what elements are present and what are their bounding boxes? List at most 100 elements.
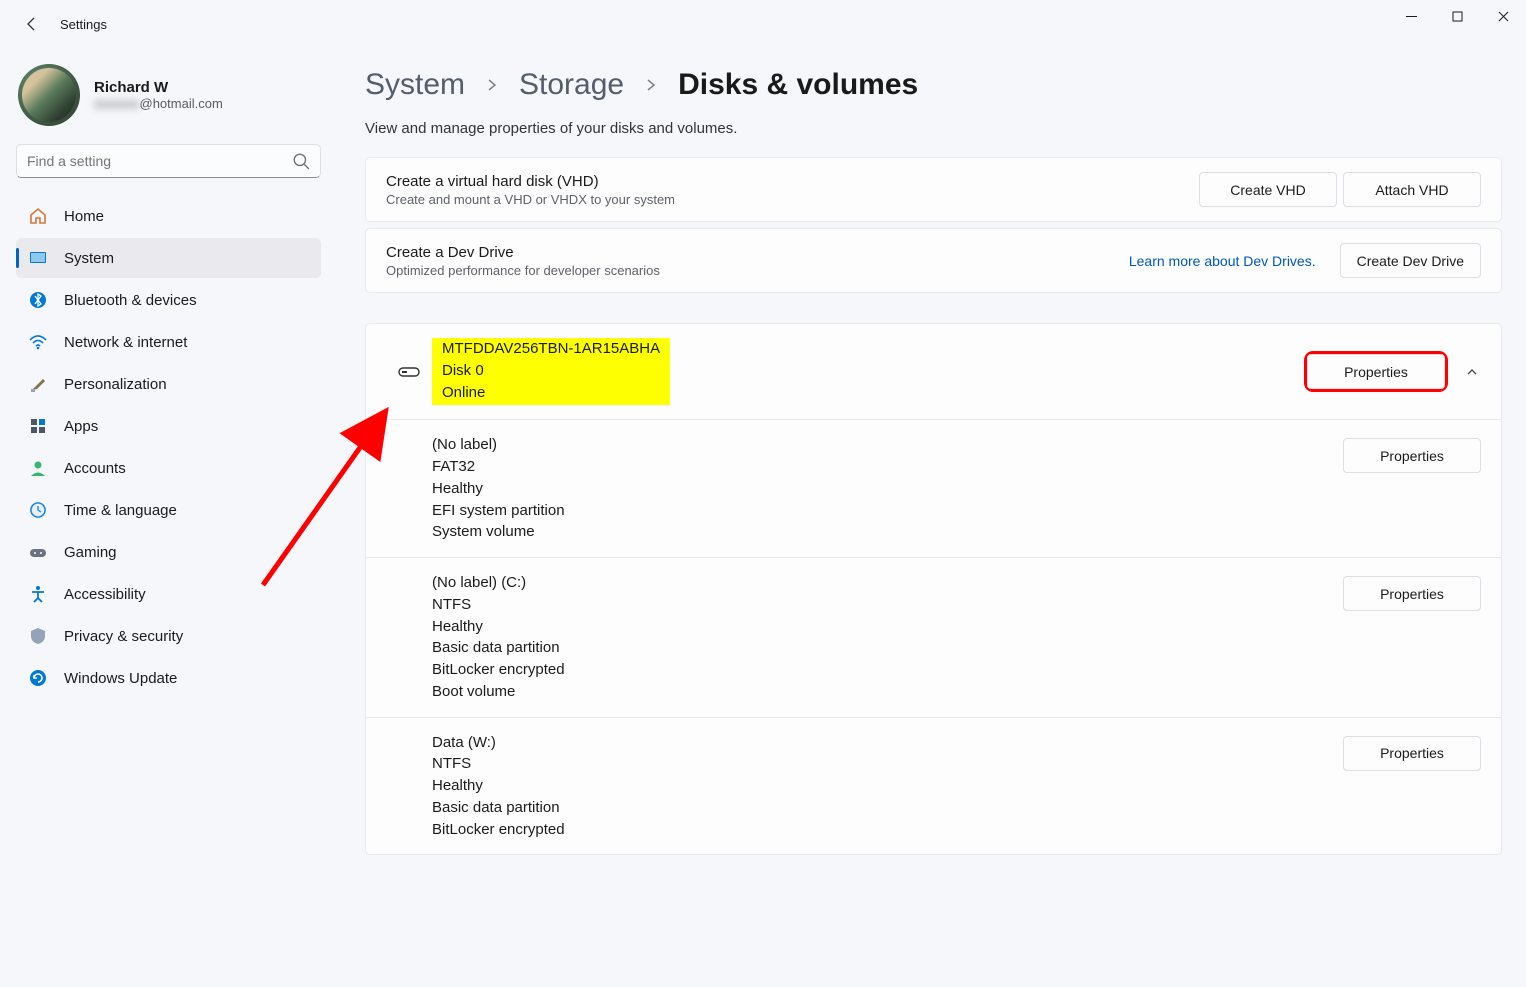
nav-label: Accounts xyxy=(64,460,126,477)
profile-email: xxxxxxx@hotmail.com xyxy=(94,96,223,111)
disk-properties-button[interactable]: Properties xyxy=(1307,354,1445,389)
update-icon xyxy=(28,668,48,688)
profile-block[interactable]: Richard W xxxxxxx@hotmail.com xyxy=(10,56,327,144)
disk-row[interactable]: MTFDDAV256TBN-1AR15ABHA Disk 0 Online Pr… xyxy=(366,324,1501,420)
accessibility-icon xyxy=(28,584,48,604)
vhd-sub: Create and mount a VHD or VHDX to your s… xyxy=(386,192,675,207)
wifi-icon xyxy=(28,332,48,352)
nav-item-bluetooth[interactable]: Bluetooth & devices xyxy=(16,280,321,320)
volume-name: (No label) xyxy=(432,434,1343,456)
volume-detail: Healthy xyxy=(432,616,1343,638)
nav-item-network[interactable]: Network & internet xyxy=(16,322,321,362)
dev-drive-card: Create a Dev Drive Optimized performance… xyxy=(365,228,1502,293)
minimize-button[interactable] xyxy=(1388,0,1434,32)
volume-detail: Healthy xyxy=(432,775,1343,797)
nav-item-apps[interactable]: Apps xyxy=(16,406,321,446)
minimize-icon xyxy=(1406,11,1417,22)
volume-detail: Boot volume xyxy=(432,681,1343,703)
highlighted-properties-wrapper: Properties xyxy=(1307,354,1445,389)
disk-status: Online xyxy=(442,382,660,404)
dev-drive-link[interactable]: Learn more about Dev Drives. xyxy=(1129,253,1316,269)
nav-item-accessibility[interactable]: Accessibility xyxy=(16,574,321,614)
disk-highlight: MTFDDAV256TBN-1AR15ABHA Disk 0 Online xyxy=(432,338,670,405)
volume-detail: Basic data partition xyxy=(432,797,1343,819)
breadcrumb: System Storage Disks & volumes xyxy=(365,68,1502,102)
volume-detail: EFI system partition xyxy=(432,500,1343,522)
maximize-icon xyxy=(1452,11,1463,22)
nav-label: Personalization xyxy=(64,376,167,393)
maximize-button[interactable] xyxy=(1434,0,1480,32)
volume-row[interactable]: (No label) (C:) NTFS Healthy Basic data … xyxy=(366,558,1501,718)
volume-detail: NTFS xyxy=(432,753,1343,775)
volume-properties-button[interactable]: Properties xyxy=(1343,576,1481,611)
nav-label: Bluetooth & devices xyxy=(64,292,197,309)
create-vhd-button[interactable]: Create VHD xyxy=(1199,172,1337,207)
back-button[interactable] xyxy=(12,4,52,44)
search-field[interactable] xyxy=(16,144,321,178)
chevron-right-icon xyxy=(485,78,499,92)
arrow-left-icon xyxy=(24,16,40,32)
volume-detail: BitLocker encrypted xyxy=(432,819,1343,841)
search-icon xyxy=(292,152,310,170)
clock-icon xyxy=(28,500,48,520)
nav-item-system[interactable]: System xyxy=(16,238,321,278)
disks-panel: MTFDDAV256TBN-1AR15ABHA Disk 0 Online Pr… xyxy=(365,323,1502,855)
shield-icon xyxy=(28,626,48,646)
close-button[interactable] xyxy=(1480,0,1526,32)
breadcrumb-storage[interactable]: Storage xyxy=(519,68,624,102)
nav-item-home[interactable]: Home xyxy=(16,196,321,236)
nav-item-privacy[interactable]: Privacy & security xyxy=(16,616,321,656)
avatar xyxy=(18,64,80,126)
disk-model: MTFDDAV256TBN-1AR15ABHA xyxy=(442,338,660,360)
nav-item-update[interactable]: Windows Update xyxy=(16,658,321,698)
chevron-right-icon xyxy=(644,78,658,92)
volume-name: Data (W:) xyxy=(432,732,1343,754)
dev-title: Create a Dev Drive xyxy=(386,244,660,261)
user-icon xyxy=(28,458,48,478)
dev-sub: Optimized performance for developer scen… xyxy=(386,263,660,278)
volume-detail: NTFS xyxy=(432,594,1343,616)
volume-detail: FAT32 xyxy=(432,456,1343,478)
volume-name: (No label) (C:) xyxy=(432,572,1343,594)
profile-name: Richard W xyxy=(94,79,223,96)
search-input[interactable] xyxy=(27,153,286,169)
vhd-card: Create a virtual hard disk (VHD) Create … xyxy=(365,157,1502,222)
sidebar: Richard W xxxxxxx@hotmail.com Home Syste… xyxy=(0,48,335,987)
volume-detail: System volume xyxy=(432,521,1343,543)
home-icon xyxy=(28,206,48,226)
nav-label: Apps xyxy=(64,418,98,435)
vhd-title: Create a virtual hard disk (VHD) xyxy=(386,173,675,190)
disk-icon xyxy=(398,365,420,379)
volume-detail: Healthy xyxy=(432,478,1343,500)
nav-label: System xyxy=(64,250,114,267)
nav-label: Privacy & security xyxy=(64,628,183,645)
nav-item-accounts[interactable]: Accounts xyxy=(16,448,321,488)
bluetooth-icon xyxy=(28,290,48,310)
disk-number: Disk 0 xyxy=(442,360,660,382)
volume-properties-button[interactable]: Properties xyxy=(1343,438,1481,473)
system-icon xyxy=(28,248,48,268)
attach-vhd-button[interactable]: Attach VHD xyxy=(1343,172,1481,207)
nav-item-time[interactable]: Time & language xyxy=(16,490,321,530)
nav-item-gaming[interactable]: Gaming xyxy=(16,532,321,572)
chevron-up-icon xyxy=(1465,365,1479,379)
collapse-toggle[interactable] xyxy=(1463,363,1481,381)
nav-item-personalization[interactable]: Personalization xyxy=(16,364,321,404)
nav-label: Time & language xyxy=(64,502,177,519)
brush-icon xyxy=(28,374,48,394)
nav-label: Network & internet xyxy=(64,334,187,351)
nav-label: Accessibility xyxy=(64,586,146,603)
volume-row[interactable]: Data (W:) NTFS Healthy Basic data partit… xyxy=(366,718,1501,855)
create-dev-drive-button[interactable]: Create Dev Drive xyxy=(1340,243,1481,278)
nav-list: Home System Bluetooth & devices Network … xyxy=(10,196,327,698)
volume-row[interactable]: (No label) FAT32 Healthy EFI system part… xyxy=(366,420,1501,558)
page-subtitle: View and manage properties of your disks… xyxy=(365,120,1502,137)
nav-label: Gaming xyxy=(64,544,117,561)
gamepad-icon xyxy=(28,542,48,562)
apps-icon xyxy=(28,416,48,436)
volume-detail: BitLocker encrypted xyxy=(432,659,1343,681)
breadcrumb-system[interactable]: System xyxy=(365,68,465,102)
main-content: System Storage Disks & volumes View and … xyxy=(365,48,1526,987)
nav-label: Windows Update xyxy=(64,670,177,687)
volume-properties-button[interactable]: Properties xyxy=(1343,736,1481,771)
